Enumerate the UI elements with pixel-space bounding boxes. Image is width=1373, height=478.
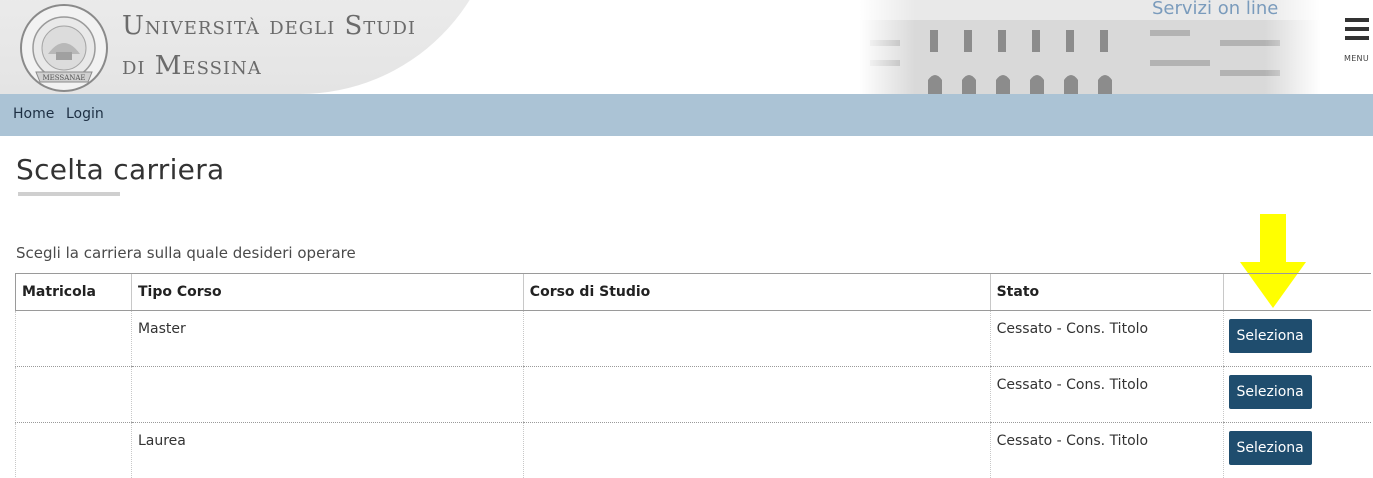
header-action [1222, 273, 1371, 311]
cell-corso-di-studio [522, 422, 991, 478]
university-name: Università degli Studi di Messina [122, 6, 416, 86]
cell-stato: Cessato - Cons. Titolo [989, 310, 1223, 367]
cell-action: Seleziona [1222, 422, 1371, 478]
table-row: Master Cessato - Cons. Titolo Seleziona [15, 310, 1371, 367]
page-title: Scelta carriera [16, 153, 225, 186]
site-header: MESSANAE Università degli Studi di Messi… [0, 0, 1373, 94]
cell-corso-di-studio [522, 366, 991, 423]
navigation-bar: Home Login [0, 94, 1373, 136]
header-matricola[interactable]: Matricola [15, 273, 132, 311]
cell-action: Seleziona [1222, 366, 1371, 423]
cell-tipo-corso [130, 366, 524, 423]
cell-action: Seleziona [1222, 310, 1371, 367]
hamburger-menu-icon [1342, 18, 1373, 40]
seleziona-button[interactable]: Seleziona [1228, 375, 1312, 409]
university-name-line2: di Messina [122, 51, 262, 81]
cell-matricola [15, 422, 132, 478]
seleziona-button[interactable]: Seleziona [1228, 431, 1312, 465]
cell-stato: Cessato - Cons. Titolo [989, 422, 1223, 478]
header-corso-di-studio[interactable]: Corso di Studio [522, 273, 991, 311]
cell-corso-di-studio [522, 310, 991, 367]
cell-matricola [15, 366, 132, 423]
nav-link-home[interactable]: Home [13, 106, 54, 122]
career-table: Matricola Tipo Corso Corso di Studio Sta… [15, 273, 1371, 478]
logo-ribbon-text: MESSANAE [42, 74, 85, 82]
cell-matricola [15, 310, 132, 367]
cell-tipo-corso: Laurea [130, 422, 524, 478]
intro-text: Scegli la carriera sulla quale desideri … [16, 244, 356, 262]
menu-label: MENU [1344, 54, 1369, 63]
servizi-online-label: Servizi on line [1152, 0, 1279, 19]
table-row: Laurea Cessato - Cons. Titolo Seleziona [15, 422, 1371, 478]
university-seal-icon[interactable]: MESSANAE [18, 2, 110, 94]
university-name-line1: Università degli Studi [122, 11, 416, 41]
title-underline [18, 192, 120, 196]
table-header-row: Matricola Tipo Corso Corso di Studio Sta… [15, 273, 1371, 311]
cell-tipo-corso: Master [130, 310, 524, 367]
menu-button[interactable]: MENU [1342, 18, 1373, 68]
nav-link-login[interactable]: Login [66, 106, 104, 122]
seleziona-button[interactable]: Seleziona [1228, 319, 1312, 353]
header-tipo-corso[interactable]: Tipo Corso [130, 273, 524, 311]
table-row: Cessato - Cons. Titolo Seleziona [15, 366, 1371, 423]
cell-stato: Cessato - Cons. Titolo [989, 366, 1223, 423]
header-stato[interactable]: Stato [989, 273, 1223, 311]
